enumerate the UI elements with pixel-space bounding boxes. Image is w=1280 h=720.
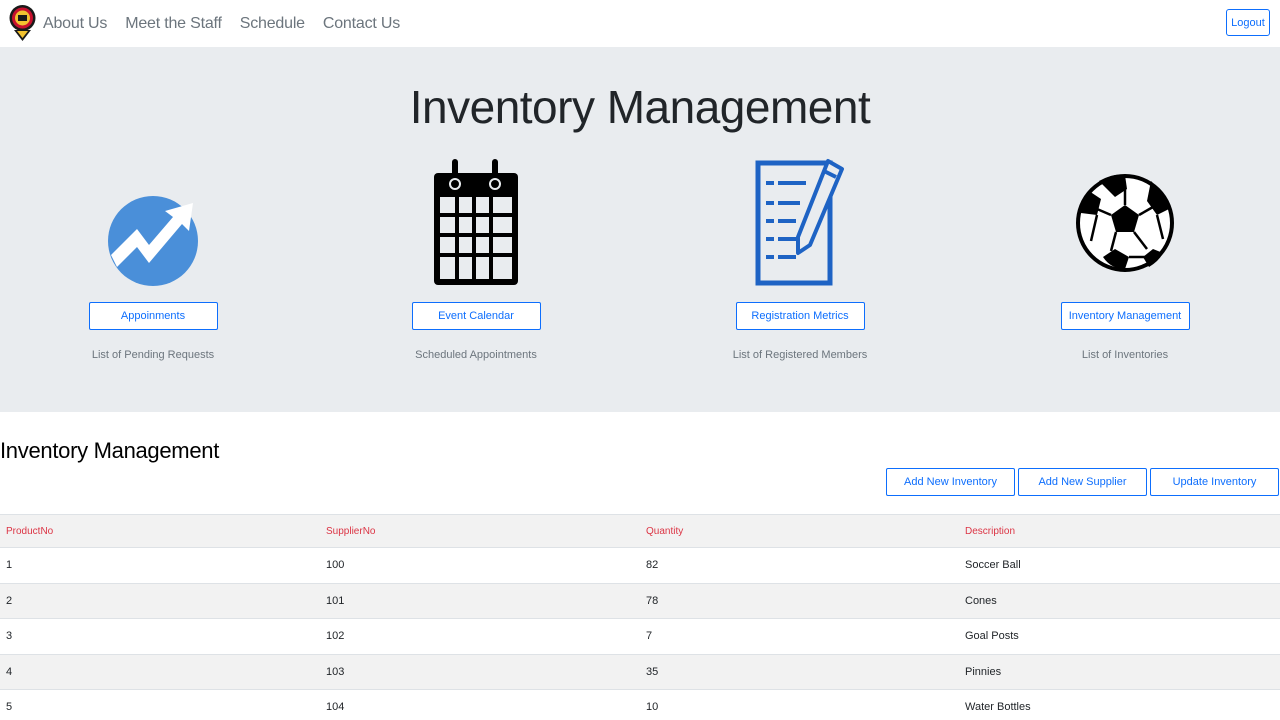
cell-quantity: 78 <box>646 594 659 607</box>
hero-title: Inventory Management <box>409 81 871 133</box>
event-calendar-description: Scheduled Appointments <box>415 349 537 361</box>
nav-links: About Us Meet the Staff Schedule Contact… <box>43 0 418 47</box>
cell-product-no: 4 <box>6 665 13 678</box>
logout-button[interactable]: Logout <box>1226 9 1270 36</box>
cell-quantity: 10 <box>646 701 659 714</box>
cell-product-no: 5 <box>6 701 13 714</box>
cell-supplier-no: 104 <box>326 701 345 714</box>
cell-description: Water Bottles <box>965 701 1031 714</box>
clipboard-edit-icon <box>755 159 844 286</box>
table-header-row: ProductNo SupplierNo Quantity Descriptio… <box>0 514 1280 547</box>
hero-section: Inventory Management Appoinments List of… <box>0 47 1280 412</box>
cell-quantity: 82 <box>646 559 659 572</box>
inventory-management-description: List of Inventories <box>1081 349 1169 361</box>
header-supplier-no[interactable]: SupplierNo <box>320 526 640 537</box>
appointments-description: List of Pending Requests <box>91 349 215 361</box>
header-product-no[interactable]: ProductNo <box>0 526 320 537</box>
add-new-inventory-button[interactable]: Add New Inventory <box>886 468 1015 496</box>
cell-supplier-no: 103 <box>326 665 345 678</box>
table-row[interactable]: 3 102 7 Goal Posts <box>0 618 1280 654</box>
section-title: Inventory Management <box>0 438 220 463</box>
registration-metrics-button[interactable]: Registration Metrics <box>735 302 865 330</box>
event-calendar-button[interactable]: Event Calendar <box>411 302 541 330</box>
add-new-supplier-button[interactable]: Add New Supplier <box>1018 468 1147 496</box>
registration-metrics-description: List of Registered Members <box>732 349 868 361</box>
card-event-calendar: Event Calendar Scheduled Appointments <box>376 152 576 361</box>
nav-about-us[interactable]: About Us <box>43 15 107 33</box>
appointments-button[interactable]: Appoinments <box>88 302 218 330</box>
card-registration-metrics: Registration Metrics List of Registered … <box>700 152 900 361</box>
cell-supplier-no: 101 <box>326 594 345 607</box>
nav-meet-the-staff[interactable]: Meet the Staff <box>125 15 222 33</box>
inventory-table: ProductNo SupplierNo Quantity Descriptio… <box>0 514 1280 720</box>
table-row[interactable]: 2 101 78 Cones <box>0 582 1280 618</box>
update-inventory-button[interactable]: Update Inventory <box>1150 468 1279 496</box>
cell-product-no: 1 <box>6 559 13 572</box>
cell-supplier-no: 100 <box>326 559 345 572</box>
card-appointments: Appoinments List of Pending Requests <box>53 152 253 361</box>
cell-quantity: 7 <box>646 630 653 643</box>
nav-schedule[interactable]: Schedule <box>240 15 305 33</box>
navbar: About Us Meet the Staff Schedule Contact… <box>0 0 1280 47</box>
nav-contact-us[interactable]: Contact Us <box>323 15 400 33</box>
header-description[interactable]: Description <box>959 526 1280 537</box>
inventory-actions: Add New Inventory Add New Supplier Updat… <box>886 468 1279 496</box>
calendar-icon <box>434 159 518 285</box>
header-quantity[interactable]: Quantity <box>640 526 959 537</box>
cell-description: Cones <box>965 594 997 607</box>
cell-description: Pinnies <box>965 665 1002 678</box>
card-inventory-management: Inventory Management List of Inventories <box>1025 152 1225 361</box>
table-row[interactable]: 5 104 10 Water Bottles <box>0 689 1280 720</box>
cell-supplier-no: 102 <box>326 630 345 643</box>
table-row[interactable]: 1 100 82 Soccer Ball <box>0 547 1280 583</box>
soccer-ball-icon <box>1076 174 1174 272</box>
trending-up-icon <box>108 196 198 286</box>
cell-description: Goal Posts <box>965 630 1019 643</box>
club-logo-icon[interactable] <box>8 4 37 42</box>
table-row[interactable]: 4 103 35 Pinnies <box>0 653 1280 689</box>
inventory-management-button[interactable]: Inventory Management <box>1060 302 1190 330</box>
cell-quantity: 35 <box>646 665 659 678</box>
cell-product-no: 2 <box>6 594 13 607</box>
cell-product-no: 3 <box>6 630 13 643</box>
cell-description: Soccer Ball <box>965 559 1021 572</box>
